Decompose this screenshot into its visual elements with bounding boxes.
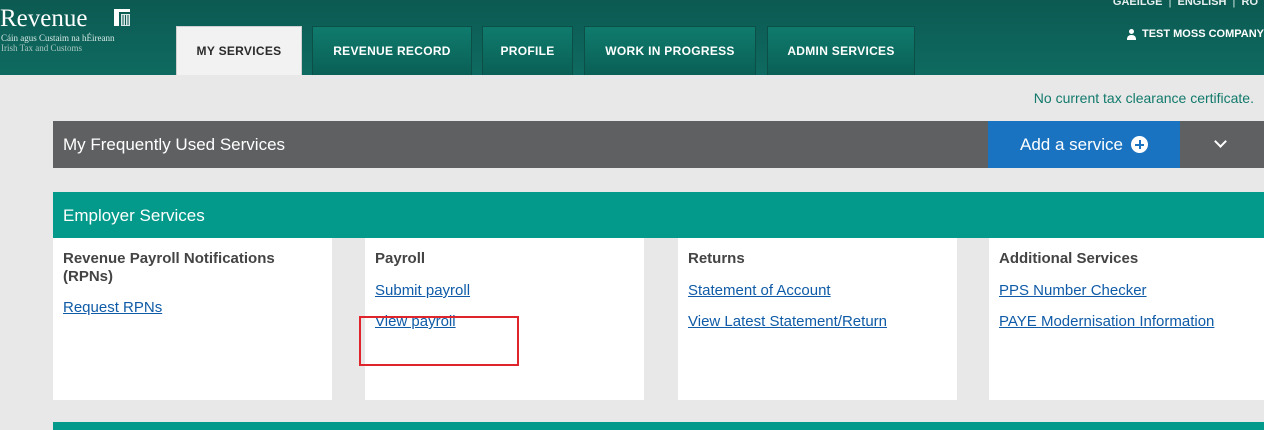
- logo-subtitle-english: Irish Tax and Customs: [1, 43, 82, 53]
- frequent-services-title: My Frequently Used Services: [63, 135, 286, 154]
- card-title: Returns: [688, 250, 745, 267]
- add-service-button[interactable]: Add a service: [988, 121, 1180, 168]
- link-ro[interactable]: RO: [1236, 0, 1264, 8]
- link-english[interactable]: ENGLISH: [1172, 0, 1233, 8]
- tab-profile[interactable]: PROFILE: [482, 26, 573, 75]
- link-pps-number-checker[interactable]: PPS Number Checker: [999, 282, 1254, 299]
- frequent-services-bar: My Frequently Used Services Add a servic…: [53, 121, 1264, 168]
- tab-work-in-progress[interactable]: WORK IN PROGRESS: [584, 26, 756, 75]
- employer-services-header[interactable]: Employer Services: [53, 192, 1264, 238]
- language-links: GAEILGE | ENGLISH | RO: [1107, 0, 1264, 8]
- user-icon: [1126, 28, 1137, 40]
- add-service-label: Add a service: [1020, 134, 1123, 154]
- link-paye-modernisation[interactable]: PAYE Modernisation Information: [999, 313, 1254, 330]
- card-rpns: Revenue Payroll Notifications (RPNs) Req…: [53, 238, 332, 400]
- link-gaeilge[interactable]: GAEILGE: [1107, 0, 1169, 8]
- user-name: TEST MOSS COMPANY: [1141, 28, 1264, 40]
- link-submit-payroll[interactable]: Submit payroll: [375, 282, 634, 299]
- plus-circle-icon: [1131, 136, 1148, 153]
- tab-my-services[interactable]: MY SERVICES: [176, 26, 302, 75]
- next-section-header: [53, 422, 1264, 430]
- link-statement-of-account[interactable]: Statement of Account: [688, 282, 947, 299]
- card-returns: Returns Statement of Account View Latest…: [678, 238, 957, 400]
- tab-admin-services[interactable]: ADMIN SERVICES: [767, 26, 915, 75]
- link-request-rpns[interactable]: Request RPNs: [63, 299, 322, 316]
- link-view-latest-statement[interactable]: View Latest Statement/Return: [688, 313, 947, 330]
- card-title: Revenue Payroll Notifications (RPNs): [63, 250, 275, 285]
- harp-icon: [114, 9, 130, 26]
- user-account[interactable]: TEST MOSS COMPANY: [1126, 28, 1264, 40]
- chevron-down-icon[interactable]: [1180, 121, 1264, 168]
- tax-clearance-notice[interactable]: No current tax clearance certificate.: [1034, 90, 1254, 106]
- card-additional-services: Additional Services PPS Number Checker P…: [989, 238, 1264, 400]
- tab-revenue-record[interactable]: REVENUE RECORD: [312, 26, 472, 75]
- card-title: Additional Services: [999, 250, 1139, 267]
- card-title: Payroll: [375, 250, 426, 267]
- logo-subtitle-irish: Cáin agus Custaim na hÉireann: [1, 33, 115, 43]
- employer-services-title: Employer Services: [63, 206, 205, 225]
- logo-wordmark: Revenue: [0, 5, 88, 32]
- highlight-box: [359, 316, 519, 366]
- site-header: Revenue Cáin agus Custaim na hÉireann Ir…: [0, 0, 1264, 75]
